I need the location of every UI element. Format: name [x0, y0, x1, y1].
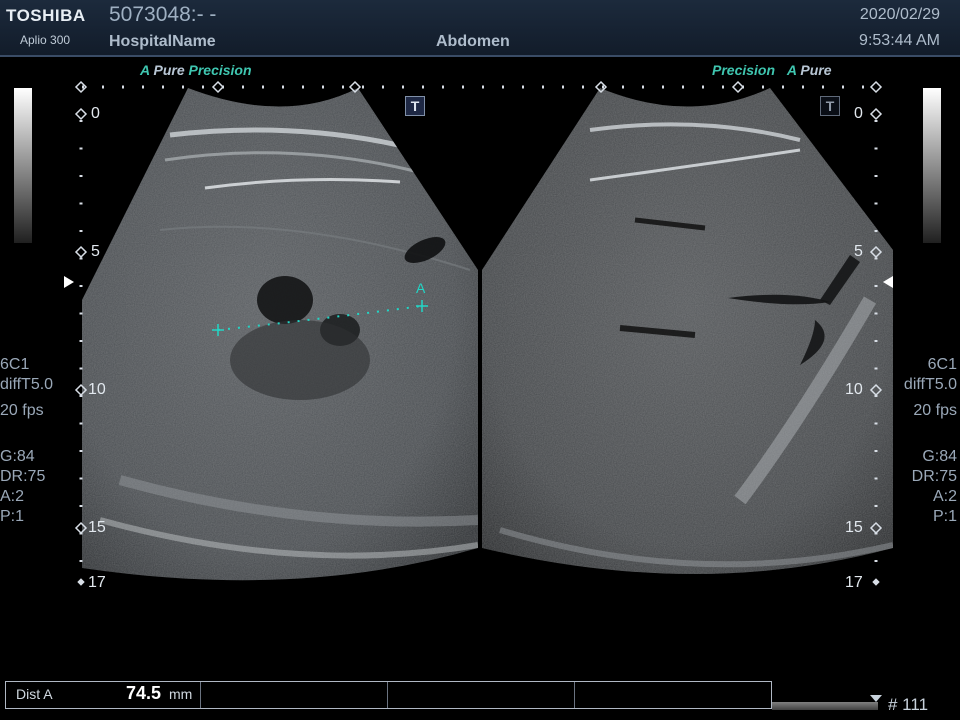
depth-label-left-15: 15	[88, 519, 106, 536]
depth-label-left-5: 5	[91, 243, 100, 260]
imaging-mode: diffT5.0	[0, 376, 54, 393]
measurement-panel[interactable]: Dist A 74.5 mm	[5, 681, 772, 709]
right-ultrasound-image	[482, 88, 893, 574]
gain: G:84	[0, 448, 35, 465]
imaging-mode: diffT5.0	[903, 376, 957, 393]
depth-label-right-5: 5	[854, 243, 863, 260]
depth-label-left-0: 0	[91, 105, 100, 122]
depth-label-left-17: 17	[88, 574, 106, 591]
depth-label-right-15: 15	[845, 519, 863, 536]
param-p: P:1	[0, 508, 25, 525]
measurement-cell-2[interactable]	[200, 682, 388, 708]
measurement-unit: mm	[169, 686, 193, 702]
cine-marker-icon	[870, 695, 882, 702]
gain: G:84	[922, 448, 957, 465]
frame-rate: 20 fps	[0, 402, 44, 419]
inactive-image-t-icon[interactable]: T	[820, 96, 840, 116]
grayscale-bar-left	[14, 88, 32, 243]
label-pure: Pure	[153, 62, 185, 78]
measurement-cell-4[interactable]	[574, 682, 771, 708]
param-p: P:1	[932, 508, 957, 525]
label-a: A	[786, 62, 797, 78]
depth-label-right-10: 10	[845, 381, 863, 398]
left-image-label: A Pure Precision	[140, 62, 252, 78]
frame-rate: 20 fps	[913, 402, 957, 419]
dynamic-range: DR:75	[0, 468, 46, 485]
param-a: A:2	[932, 488, 957, 505]
left-parameters: 6C1 diffT5.0 20 fps G:84 DR:75 A:2 P:1	[0, 355, 53, 527]
depth-label-left-10: 10	[88, 381, 106, 398]
cine-frame-bar[interactable]	[772, 702, 878, 710]
ultrasound-display	[64, 80, 893, 586]
param-a: A:2	[0, 488, 25, 505]
measurement-cell-1[interactable]: Dist A 74.5 mm	[6, 682, 201, 708]
measurement-label: Dist A	[16, 686, 53, 702]
right-image-label: Precision A Pure	[712, 62, 832, 78]
left-ultrasound-image	[82, 88, 478, 581]
label-precision: Precision	[188, 62, 252, 78]
right-parameters: 6C1 diffT5.0 20 fps G:84 DR:75 A:2 P:1	[904, 355, 957, 527]
depth-label-right-17: 17	[845, 574, 863, 591]
active-image-t-icon[interactable]: T	[405, 96, 425, 116]
probe-name: 6C1	[927, 356, 957, 373]
focus-marker-left-icon	[64, 276, 74, 288]
grayscale-bar-right	[923, 88, 941, 243]
measurement-cell-3[interactable]	[387, 682, 575, 708]
lateral-scale	[74, 80, 883, 94]
frame-count: # 111	[888, 695, 929, 714]
dynamic-range: DR:75	[911, 468, 957, 485]
probe-name: 6C1	[0, 356, 30, 373]
label-pure: Pure	[800, 62, 832, 78]
depth-label-right-0: 0	[854, 105, 863, 122]
label-precision: Precision	[712, 62, 776, 78]
measurement-value: 74.5	[126, 683, 162, 703]
label-a: A	[140, 62, 150, 78]
caliper-label: A	[416, 280, 426, 296]
